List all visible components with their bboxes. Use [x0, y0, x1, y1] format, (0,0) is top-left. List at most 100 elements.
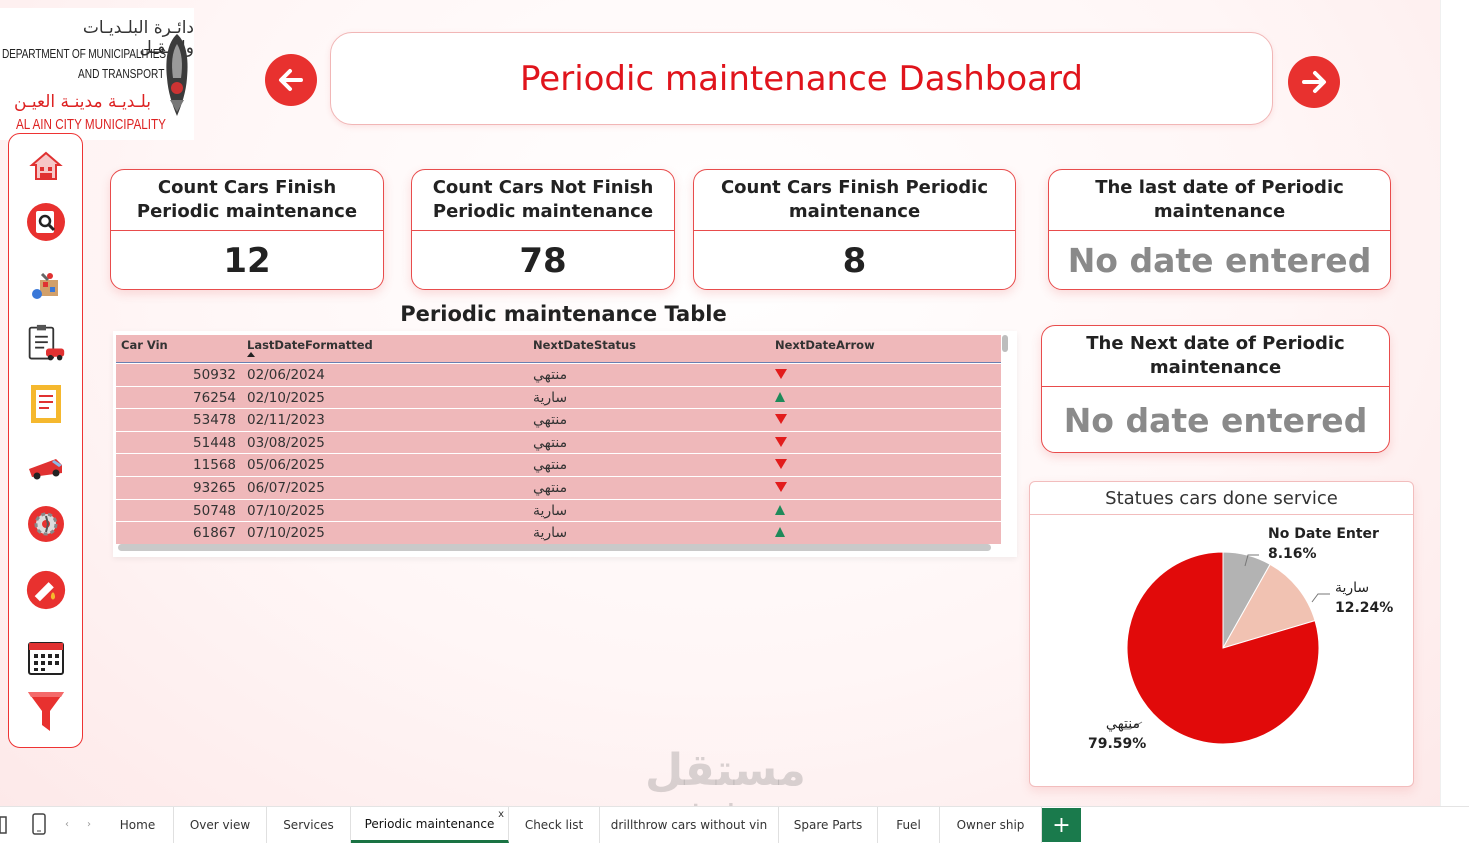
kpi-card-not-finish: Count Cars Not Finish Periodic maintenan…	[411, 169, 675, 290]
scroll-tabs-right-icon[interactable]: ›	[87, 819, 91, 830]
municipality-logo: دائـرة البلـديـات والنـقـل DEPARTMENT OF…	[0, 8, 194, 140]
cell-next-status: منتهي	[533, 434, 568, 451]
page-title: Periodic maintenance Dashboard	[520, 58, 1083, 99]
fuel-icon[interactable]	[26, 570, 66, 610]
table-row[interactable]: 93265 06/07/2025 منتهي	[116, 476, 1001, 500]
column-header-next-arrow[interactable]: NextDateArrow	[775, 338, 875, 352]
previous-page-button[interactable]	[265, 54, 317, 106]
tab-home[interactable]: Home	[102, 807, 174, 843]
table-row[interactable]: 61867 07/10/2025 سارية	[116, 522, 1001, 545]
kpi-card-finish-2: Count Cars Finish Periodic maintenance 8	[693, 169, 1016, 290]
page-view-icon[interactable]	[0, 815, 8, 835]
cell-last-date: 02/11/2023	[247, 412, 325, 429]
add-page-button[interactable]: +	[1042, 808, 1081, 842]
next-page-button[interactable]	[1288, 56, 1340, 108]
cell-car-vin: 76254	[193, 389, 236, 406]
filter-icon[interactable]	[26, 692, 66, 732]
table-row[interactable]: 50748 07/10/2025 سارية	[116, 499, 1001, 523]
sort-ascending-icon	[247, 352, 255, 357]
arrow-left-icon	[279, 69, 303, 91]
slice-label-expired: منتهي 79.59%	[1088, 714, 1146, 754]
kpi-label: Count Cars Finish Periodic maintenance	[694, 170, 1015, 231]
kpi-card-last-date: The last date of Periodic maintenance No…	[1048, 169, 1391, 290]
tab-overview[interactable]: Over view	[174, 807, 267, 843]
arrow-down-icon	[775, 436, 787, 447]
arrow-up-icon	[775, 391, 785, 402]
watermark-arabic: مستقل	[645, 745, 806, 796]
falcon-emblem-icon	[166, 34, 188, 116]
slice-label-valid: سارية 12.24%	[1335, 578, 1393, 618]
table-row[interactable]: 50932 02/06/2024 منتهي	[116, 364, 1001, 387]
cell-next-status: سارية	[533, 389, 568, 406]
arrow-down-icon	[775, 459, 787, 470]
table-row[interactable]: 53478 02/11/2023 منتهي	[116, 409, 1001, 432]
kpi-value: No date entered	[1063, 400, 1368, 440]
arrow-down-icon	[775, 414, 787, 425]
slice-percent: 79.59%	[1088, 736, 1147, 752]
kpi-label: Count Cars Finish Periodic maintenance	[111, 170, 383, 231]
tab-drillthrow[interactable]: drillthrow cars without vin	[600, 807, 779, 843]
checklist-car-icon[interactable]	[26, 324, 66, 364]
column-header-car-vin[interactable]: Car Vin	[121, 338, 168, 352]
table-body: 50932 02/06/2024 منتهي 76254 02/10/2025 سارية…	[116, 364, 1001, 545]
column-header-last-date[interactable]: LastDateFormatted	[247, 338, 373, 352]
arrow-down-icon	[775, 369, 787, 379]
cell-next-status: منتهي	[533, 367, 568, 383]
tab-spare-parts[interactable]: Spare Parts	[779, 807, 878, 843]
kpi-value: 78	[519, 240, 567, 281]
tab-fuel[interactable]: Fuel	[878, 807, 940, 843]
slice-percent: 8.16%	[1268, 546, 1317, 562]
tab-label: Periodic maintenance	[364, 816, 495, 831]
kpi-card-finish: Count Cars Finish Periodic maintenance 1…	[110, 169, 384, 290]
right-gutter	[1440, 0, 1469, 806]
search-icon[interactable]	[26, 202, 66, 242]
cell-next-status: منتهي	[533, 457, 568, 474]
gear-icon[interactable]	[26, 504, 66, 544]
arrow-right-icon	[1302, 71, 1326, 93]
cell-car-vin: 93265	[193, 479, 236, 496]
kpi-card-next-date: The Next date of Periodic maintenance No…	[1041, 325, 1390, 453]
cell-next-status: منتهي	[533, 412, 568, 429]
logo-arabic-bottom: بلـديـة مدينـة العيـن	[14, 92, 152, 112]
logo-english-line3: AL AIN CITY MUNICIPALITY	[16, 116, 166, 133]
column-header-next-status[interactable]: NextDateStatus	[533, 338, 636, 352]
tab-owner-ship[interactable]: Owner ship	[940, 807, 1042, 843]
home-icon[interactable]	[26, 146, 66, 186]
close-tab-icon[interactable]: x	[498, 809, 504, 820]
document-icon[interactable]	[26, 384, 66, 424]
cell-last-date: 02/10/2025	[247, 389, 325, 406]
cell-last-date: 06/07/2025	[247, 479, 325, 496]
slice-name: منتهي	[1105, 716, 1140, 732]
arrow-up-icon	[775, 527, 785, 538]
table-title: Periodic maintenance Table	[400, 302, 727, 326]
cell-car-vin: 53478	[193, 412, 236, 429]
truck-icon[interactable]	[26, 446, 66, 486]
horizontal-scrollbar[interactable]	[118, 544, 991, 551]
cell-car-vin: 50748	[193, 502, 236, 519]
cell-last-date: 05/06/2025	[247, 457, 325, 474]
tab-services[interactable]: Services	[267, 807, 351, 843]
vertical-scrollbar[interactable]	[1002, 335, 1008, 352]
tab-check-list[interactable]: Check list	[509, 807, 600, 843]
logo-english-line1: DEPARTMENT OF MUNICIPALITIES	[2, 46, 166, 61]
leader-line	[1311, 593, 1330, 603]
cell-car-vin: 51448	[193, 434, 236, 451]
kpi-label: Count Cars Not Finish Periodic maintenan…	[412, 170, 674, 231]
scroll-tabs-left-icon[interactable]: ‹	[65, 819, 69, 830]
cell-car-vin: 61867	[193, 525, 236, 542]
tab-periodic-maintenance[interactable]: Periodic maintenance x	[351, 807, 509, 843]
sheet-tab-bar: ‹ › Home Over view Services Periodic mai…	[0, 806, 1469, 849]
table-row[interactable]: 11568 05/06/2025 منتهي	[116, 454, 1001, 477]
slice-percent: 12.24%	[1335, 600, 1394, 616]
cell-next-status: سارية	[533, 525, 568, 542]
cell-last-date: 07/10/2025	[247, 502, 325, 519]
calendar-icon[interactable]	[26, 637, 66, 677]
table-row[interactable]: 51448 03/08/2025 منتهي	[116, 431, 1001, 455]
sidebar-nav	[8, 133, 83, 748]
table-row[interactable]: 76254 02/10/2025 سارية	[116, 386, 1001, 410]
services-icon[interactable]	[26, 266, 66, 306]
kpi-label: The last date of Periodic maintenance	[1049, 170, 1390, 231]
kpi-value: 8	[842, 240, 867, 281]
arrow-down-icon	[775, 481, 787, 492]
mobile-layout-icon[interactable]	[32, 813, 46, 835]
